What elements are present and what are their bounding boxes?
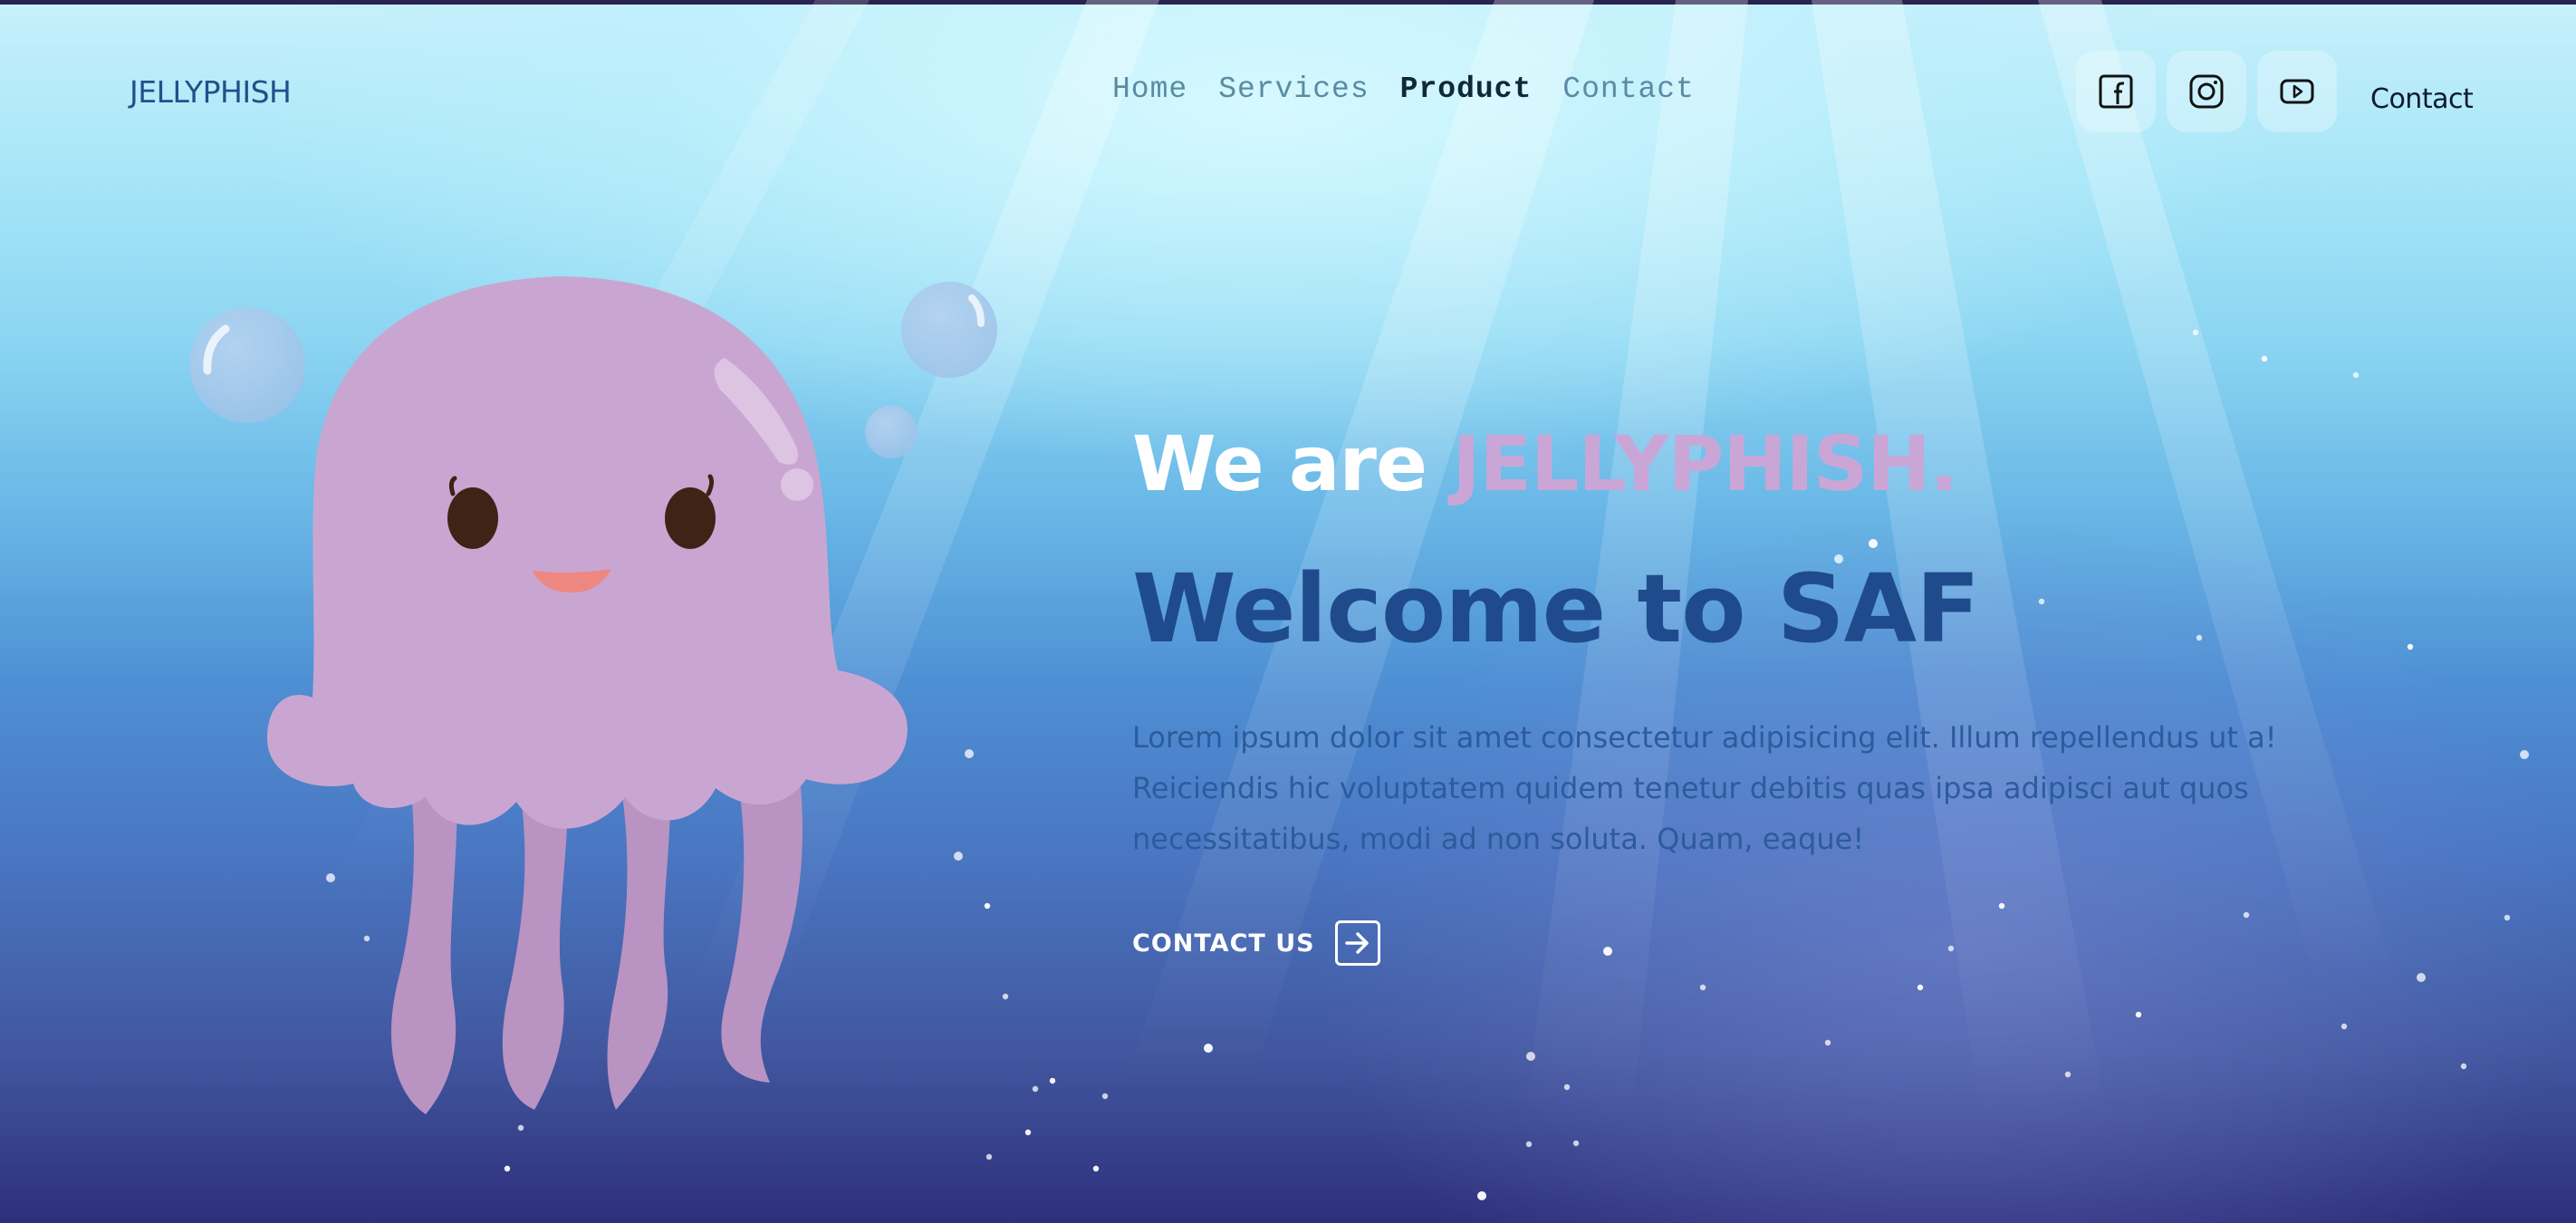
particle bbox=[2504, 914, 2511, 921]
particle bbox=[2064, 1071, 2071, 1078]
nav-contact[interactable]: Contact bbox=[1562, 72, 1695, 106]
particle bbox=[954, 852, 963, 861]
header-contact-link[interactable]: Contact bbox=[2370, 83, 2474, 115]
particle bbox=[1101, 1093, 1109, 1100]
jellyfish-illustration bbox=[267, 276, 908, 1114]
hero-description: Lorem ipsum dolor sit amet consectetur a… bbox=[1132, 720, 2277, 856]
particle bbox=[1032, 1085, 1039, 1093]
arrow-right-icon bbox=[1334, 920, 1380, 966]
hero-tagline: We are JELLYPHISH. bbox=[1132, 426, 2446, 502]
particle bbox=[2520, 750, 2529, 759]
particle bbox=[965, 749, 974, 758]
bubble bbox=[901, 282, 997, 378]
particle bbox=[504, 1165, 511, 1172]
particle bbox=[2417, 973, 2426, 982]
nav-home[interactable]: Home bbox=[1112, 72, 1187, 106]
particle bbox=[1572, 1140, 1580, 1147]
youtube-icon bbox=[2280, 79, 2314, 104]
particle bbox=[2261, 355, 2268, 362]
particle bbox=[1024, 1129, 1032, 1136]
facebook-button[interactable] bbox=[2076, 51, 2156, 132]
hero-section: We are JELLYPHISH. Welcome to SAF Lorem … bbox=[1132, 426, 2446, 966]
main-nav: Home Services Product Contact bbox=[1112, 72, 1695, 106]
particle bbox=[1525, 1141, 1533, 1148]
particle bbox=[1477, 1191, 1486, 1200]
instagram-icon bbox=[2189, 74, 2224, 109]
facebook-icon bbox=[2099, 74, 2133, 109]
particle bbox=[2135, 1011, 2142, 1018]
particle bbox=[985, 1153, 993, 1160]
particle bbox=[2192, 329, 2199, 336]
instagram-button[interactable] bbox=[2167, 51, 2246, 132]
particle bbox=[2341, 1023, 2348, 1030]
particle bbox=[1526, 1052, 1535, 1061]
brand-logo[interactable]: JELLYPHISH bbox=[130, 74, 292, 110]
nav-services[interactable]: Services bbox=[1218, 72, 1369, 106]
contact-us-button[interactable]: CONTACT US bbox=[1132, 920, 1380, 966]
particle bbox=[1699, 984, 1706, 991]
particle bbox=[1092, 1165, 1100, 1172]
particle bbox=[1049, 1077, 1056, 1084]
tagline-highlight: JELLYPHISH. bbox=[1452, 419, 1958, 508]
particle bbox=[984, 902, 991, 910]
youtube-button[interactable] bbox=[2257, 51, 2337, 132]
particle bbox=[1002, 993, 1009, 1000]
particle bbox=[2352, 371, 2360, 379]
nav-product[interactable]: Product bbox=[1400, 72, 1533, 106]
contact-us-label: CONTACT US bbox=[1132, 929, 1315, 958]
particle bbox=[1563, 1083, 1571, 1091]
hero-title: Welcome to SAF bbox=[1132, 554, 1980, 664]
particle bbox=[1204, 1044, 1213, 1053]
particle bbox=[1824, 1039, 1831, 1046]
particle bbox=[1917, 984, 1924, 991]
tagline-prefix: We are bbox=[1132, 419, 1453, 508]
particle bbox=[2460, 1063, 2467, 1070]
